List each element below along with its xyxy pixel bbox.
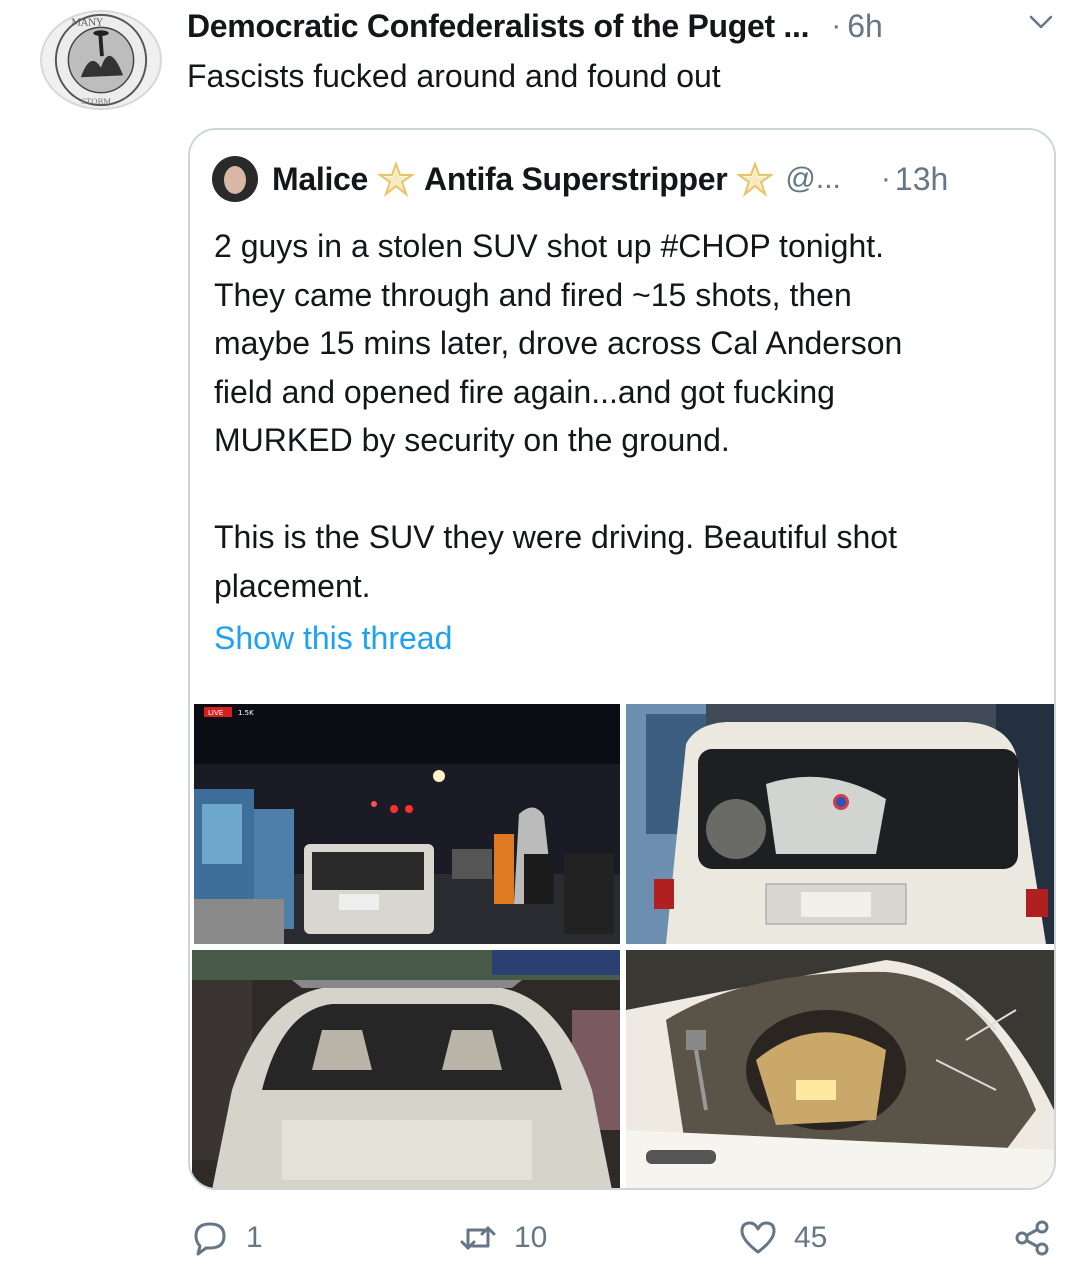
live-badge: LIVE	[208, 709, 223, 717]
retweet-button[interactable]: 10	[458, 1218, 547, 1258]
photo-grid: LIVE 1.5K	[192, 704, 1054, 1188]
share-button[interactable]	[1012, 1218, 1068, 1258]
retweet-icon	[460, 1226, 496, 1250]
star-icon	[378, 161, 415, 197]
photo-suv-windshield[interactable]	[192, 950, 620, 1188]
photo-shattered-window[interactable]	[626, 950, 1054, 1188]
reply-count: 1	[246, 1221, 263, 1254]
quoted-tweet-card[interactable]: Malice Antifa Superstripper @... · 13h 2…	[188, 128, 1056, 1190]
show-thread-link[interactable]: Show this thread	[214, 620, 452, 657]
reply-icon	[194, 1222, 226, 1256]
quoted-author-avatar	[212, 156, 258, 202]
reply-button[interactable]: 1	[190, 1218, 263, 1258]
circular-logo-icon: MANY STORM	[54, 13, 148, 106]
quoted-author-handle: @...	[785, 162, 841, 195]
star-icon	[737, 161, 774, 197]
tweet-time[interactable]: 6h	[847, 8, 883, 45]
like-count: 45	[794, 1221, 828, 1254]
avatar-text-top: MANY	[71, 17, 103, 28]
retweet-count: 10	[514, 1221, 548, 1254]
view-count: 1.5K	[238, 709, 254, 717]
quoted-tweet-text: 2 guys in a stolen SUV shot up #CHOP ton…	[214, 228, 903, 604]
photo-suv-rear[interactable]	[626, 704, 1054, 944]
photo-street-night[interactable]: LIVE 1.5K	[194, 704, 620, 944]
chevron-down-icon[interactable]	[1025, 6, 1057, 38]
quoted-tweet-header: Malice Antifa Superstripper @... · 13h	[212, 156, 1032, 202]
tweet-actions: 1 10 45	[0, 1218, 1087, 1268]
author-display-name[interactable]: Democratic Confederalists of the Puget .…	[187, 8, 810, 45]
tweet-header: Democratic Confederalists of the Puget .…	[187, 4, 1067, 48]
author-avatar[interactable]: MANY STORM	[40, 10, 162, 110]
heart-icon	[740, 1221, 776, 1254]
quoted-author-name-first: Malice	[272, 160, 369, 197]
quoted-author-name-second: Antifa Superstripper	[424, 160, 728, 197]
like-button[interactable]: 45	[738, 1218, 827, 1258]
avatar-text-bottom: STORM	[81, 97, 111, 106]
share-icon	[1015, 1220, 1049, 1256]
header-separator: ·	[831, 9, 842, 42]
quoted-tweet-time: 13h	[894, 160, 949, 197]
tweet-text: Fascists fucked around and found out	[187, 58, 721, 94]
quoted-separator: ·	[880, 162, 891, 195]
